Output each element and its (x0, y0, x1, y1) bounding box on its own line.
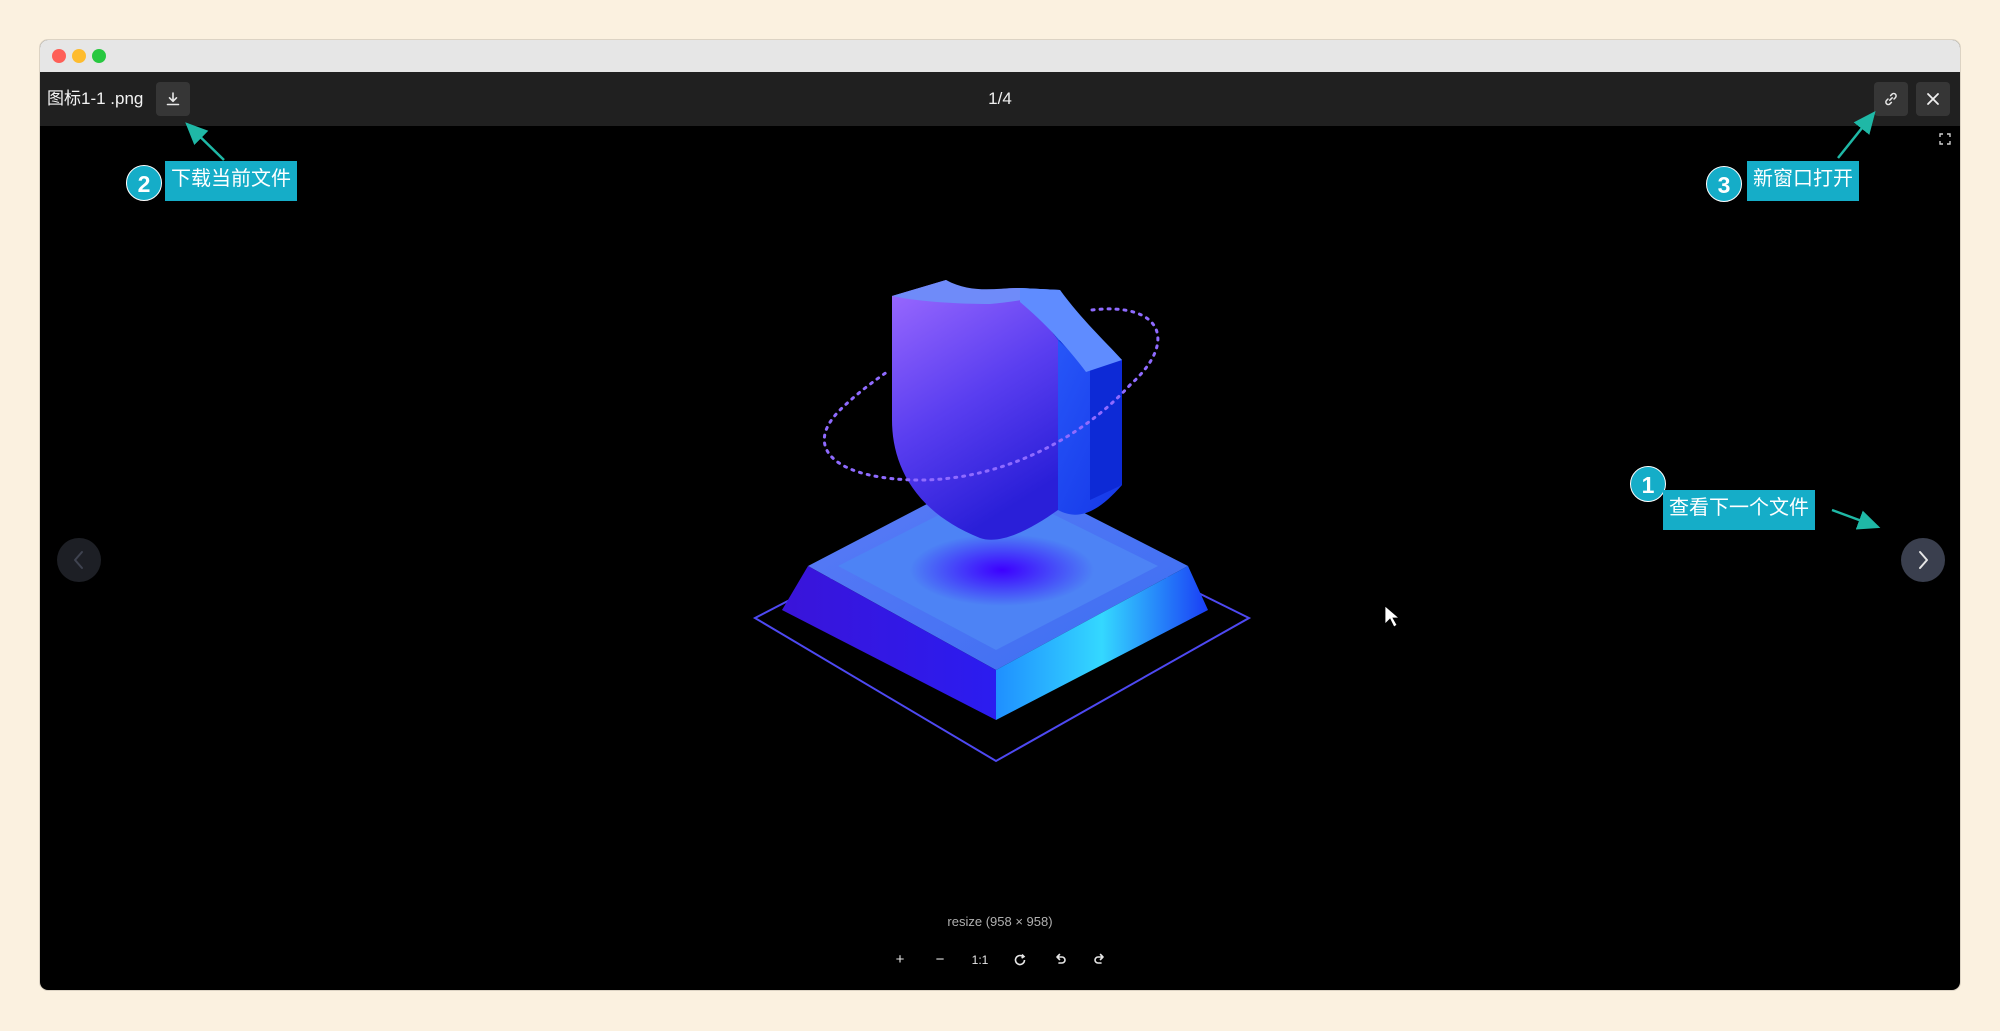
zoom-in-button[interactable]: + (888, 948, 912, 972)
redo-icon (1094, 953, 1104, 964)
previous-file-button[interactable] (57, 538, 101, 582)
rotate-icon (1014, 953, 1026, 966)
resize-info: resize (958 × 958) (947, 914, 1053, 929)
actual-size-button[interactable]: 1:1 (968, 948, 992, 972)
annotation-label-new-window: 新窗口打开 (1747, 161, 1859, 201)
rotate-button[interactable] (1008, 948, 1032, 972)
zoom-out-button[interactable]: − (928, 948, 952, 972)
annotation-badge-2: 2 (126, 165, 162, 201)
undo-icon (1056, 953, 1066, 964)
redo-button[interactable] (1088, 948, 1112, 972)
next-file-button[interactable] (1901, 538, 1945, 582)
undo-button[interactable] (1048, 948, 1072, 972)
annotation-label-next-file: 查看下一个文件 (1663, 490, 1815, 530)
chevron-left-icon (74, 551, 83, 569)
annotation-badge-1: 1 (1630, 466, 1666, 502)
annotation-label-download: 下载当前文件 (165, 161, 297, 201)
chevron-right-icon (1919, 551, 1928, 569)
annotation-badge-3: 3 (1706, 166, 1742, 202)
